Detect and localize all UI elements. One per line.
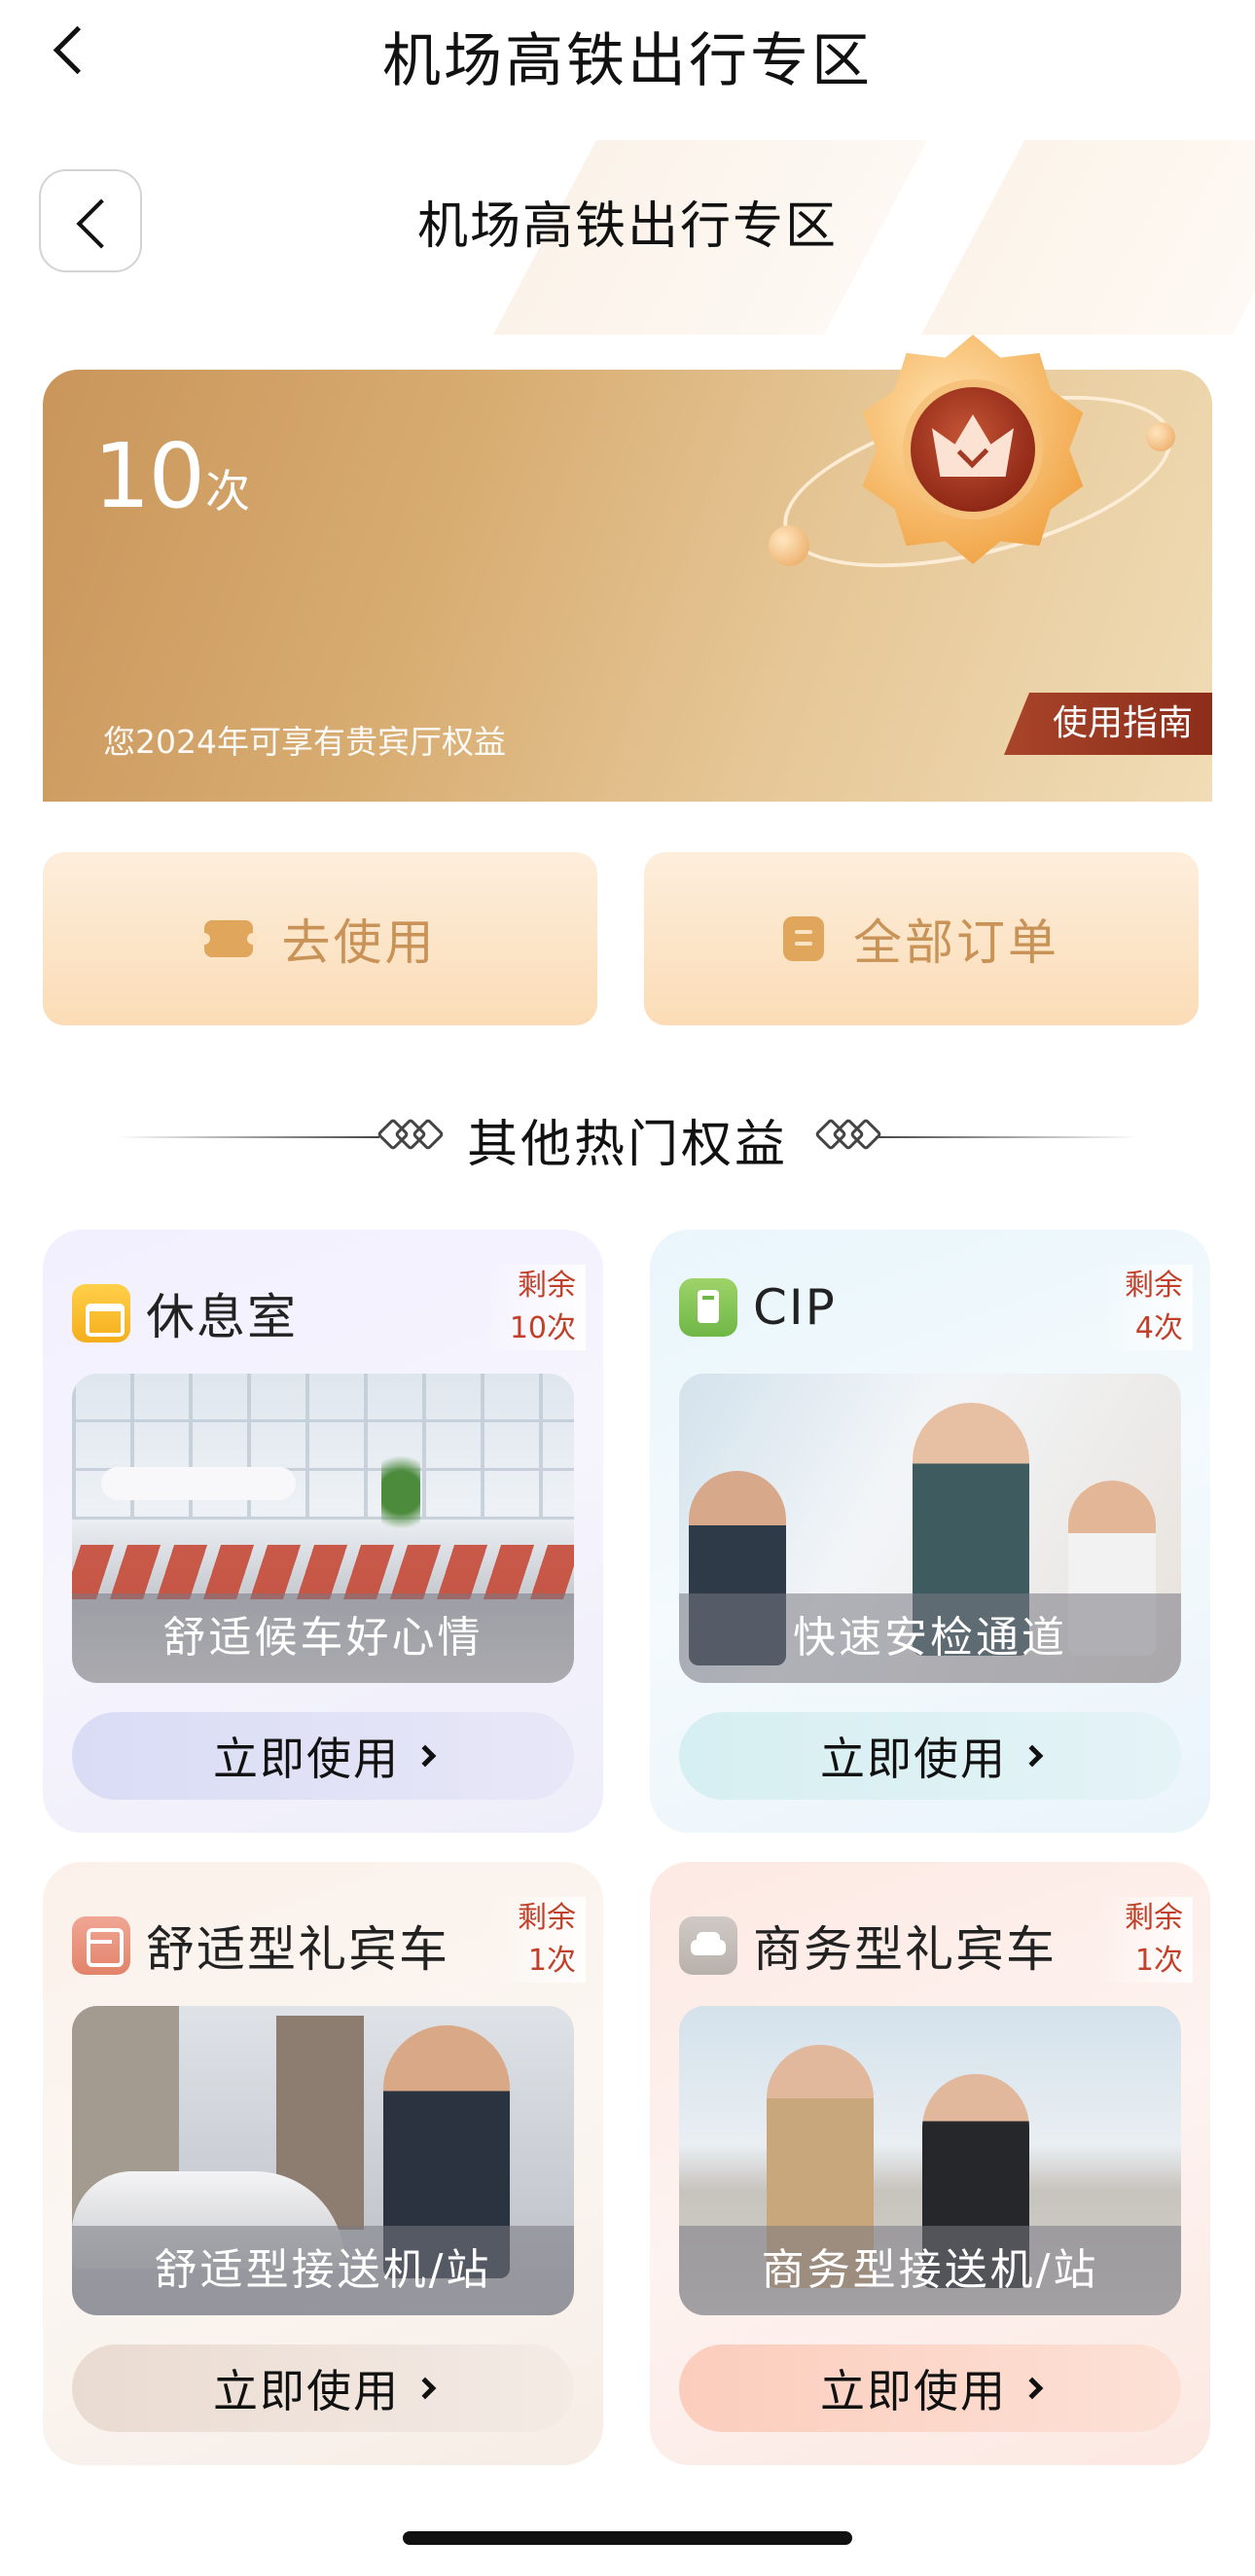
go-use-button[interactable]: 去使用 bbox=[43, 852, 597, 1025]
usage-guide-button[interactable]: 使用指南 bbox=[1003, 693, 1212, 755]
remaining-badge: 剩余 4次 bbox=[1099, 1265, 1193, 1350]
order-list-icon bbox=[783, 916, 824, 961]
inner-header: 机场高铁出行专区 bbox=[0, 107, 1255, 340]
use-now-button[interactable]: 立即使用 bbox=[679, 1712, 1181, 1800]
photo-caption: 商务型接送机/站 bbox=[679, 2226, 1181, 2315]
benefit-photo: 舒适型接送机/站 bbox=[72, 2006, 574, 2315]
photo-caption: 快速安检通道 bbox=[679, 1593, 1181, 1683]
go-use-label: 去使用 bbox=[281, 914, 437, 971]
benefit-photo: 商务型接送机/站 bbox=[679, 2006, 1181, 2315]
page-title: 机场高铁出行专区 bbox=[382, 27, 873, 95]
benefit-card-header: 舒适型礼宾车 bbox=[72, 1911, 449, 1981]
remaining-count: 10次 bbox=[93, 424, 250, 528]
use-now-label: 立即使用 bbox=[213, 1733, 400, 1785]
remain-count: 10次 bbox=[509, 1311, 576, 1345]
remain-label: 剩余 bbox=[518, 1269, 576, 1303]
cip-icon bbox=[679, 1278, 737, 1337]
photo-caption: 舒适型接送机/站 bbox=[72, 2226, 574, 2315]
chevron-right-icon bbox=[413, 2377, 437, 2400]
remain-count: 1次 bbox=[1134, 1944, 1183, 1978]
use-now-label: 立即使用 bbox=[820, 1733, 1007, 1785]
ticket-icon bbox=[197, 920, 259, 957]
car-icon bbox=[679, 1916, 737, 1975]
remain-count: 1次 bbox=[527, 1944, 576, 1978]
remaining-badge: 剩余 1次 bbox=[492, 1897, 586, 1983]
benefit-name: 商务型礼宾车 bbox=[753, 1921, 1057, 1978]
benefit-photo: 舒适候车好心情 bbox=[72, 1374, 574, 1683]
divider-line bbox=[876, 1136, 1138, 1138]
home-indicator[interactable] bbox=[403, 2531, 852, 2545]
benefit-card-comfort-car[interactable]: 舒适型礼宾车 剩余 1次 舒适型接送机/站 立即使用 bbox=[43, 1862, 603, 2465]
remaining-badge: 剩余 1次 bbox=[1099, 1897, 1193, 1983]
benefit-card-header: 商务型礼宾车 bbox=[679, 1911, 1057, 1981]
chevron-right-icon bbox=[1021, 2377, 1044, 2400]
use-now-button[interactable]: 立即使用 bbox=[679, 2344, 1181, 2432]
remaining-badge: 剩余 10次 bbox=[484, 1265, 586, 1350]
photo-caption: 舒适候车好心情 bbox=[72, 1593, 574, 1683]
sofa-icon bbox=[72, 1284, 130, 1342]
use-now-button[interactable]: 立即使用 bbox=[72, 2344, 574, 2432]
use-now-label: 立即使用 bbox=[820, 2365, 1007, 2417]
use-now-label: 立即使用 bbox=[213, 2365, 400, 2417]
benefit-name: 休息室 bbox=[146, 1289, 298, 1345]
remain-label: 剩余 bbox=[1125, 1269, 1183, 1303]
section-header: 其他热门权益 bbox=[0, 1097, 1255, 1175]
benefit-name: 舒适型礼宾车 bbox=[146, 1921, 449, 1978]
all-orders-button[interactable]: 全部订单 bbox=[644, 852, 1199, 1025]
top-nav-bar: 机场高铁出行专区 bbox=[0, 0, 1255, 107]
benefit-card-lounge[interactable]: 休息室 剩余 10次 舒适候车好心情 立即使用 bbox=[43, 1230, 603, 1833]
benefit-description: 您2024年可享有贵宾厅权益 bbox=[103, 723, 506, 761]
chevron-right-icon bbox=[413, 1744, 437, 1768]
remain-label: 剩余 bbox=[1125, 1901, 1183, 1935]
benefit-card-cip[interactable]: CIP 剩余 4次 快速安检通道 立即使用 bbox=[650, 1230, 1210, 1833]
remain-label: 剩余 bbox=[518, 1901, 576, 1935]
benefit-photo: 快速安检通道 bbox=[679, 1374, 1181, 1683]
benefit-card-business-car[interactable]: 商务型礼宾车 剩余 1次 商务型接送机/站 立即使用 bbox=[650, 1862, 1210, 2465]
remain-count: 4次 bbox=[1134, 1311, 1183, 1345]
count-unit: 次 bbox=[205, 465, 251, 518]
knot-ornament-icon bbox=[814, 1118, 882, 1152]
section-title: 其他热门权益 bbox=[466, 1116, 788, 1174]
crown-medal-icon bbox=[766, 331, 1190, 642]
orbit-dot bbox=[769, 525, 809, 566]
all-orders-label: 全部订单 bbox=[853, 914, 1059, 971]
count-number: 10 bbox=[93, 424, 205, 528]
benefit-name: CIP bbox=[753, 1279, 837, 1336]
benefit-card-header: CIP bbox=[679, 1278, 837, 1337]
inner-title: 机场高铁出行专区 bbox=[416, 197, 838, 256]
bus-icon bbox=[72, 1916, 130, 1975]
benefit-card-header: 休息室 bbox=[72, 1278, 298, 1348]
orbit-dot bbox=[1146, 422, 1175, 451]
chevron-right-icon bbox=[1021, 1744, 1044, 1768]
use-now-button[interactable]: 立即使用 bbox=[72, 1712, 574, 1800]
